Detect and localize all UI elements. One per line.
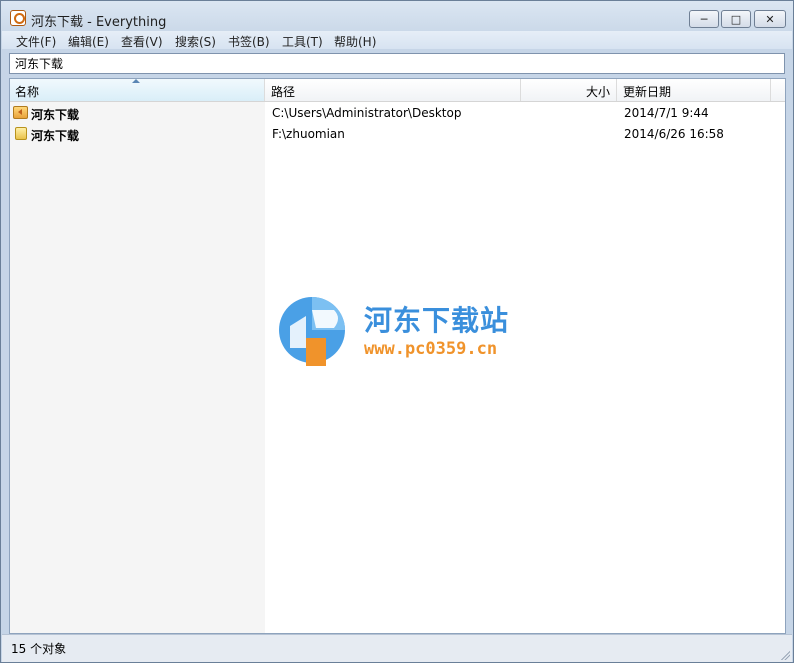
watermark-title: 河东下载站 <box>364 304 510 337</box>
watermark: 河东下载站 www.pc0359.cn <box>276 294 526 374</box>
menu-view[interactable]: 查看(V) <box>121 33 163 50</box>
close-button[interactable]: ✕ <box>754 10 786 28</box>
desktop-folder-icon <box>13 106 28 119</box>
results-list[interactable]: 名称 路径 大小 更新日期 河东下载 C:\Users\Administrato… <box>9 78 786 634</box>
menu-bookmarks[interactable]: 书签(B) <box>228 33 270 50</box>
table-row[interactable]: 河东下载 F:\zhuomian 2014/6/26 16:58 <box>10 123 785 144</box>
minimize-button[interactable]: ─ <box>689 10 719 28</box>
watermark-url: www.pc0359.cn <box>364 339 498 359</box>
menu-bar: 文件(F) 编辑(E) 查看(V) 搜索(S) 书签(B) 工具(T) 帮助(H… <box>2 31 792 49</box>
row-modified: 2014/6/26 16:58 <box>624 127 724 141</box>
app-window: 河东下载 - Everything ─ □ ✕ 文件(F) 编辑(E) 查看(V… <box>0 0 794 663</box>
row-path: F:\zhuomian <box>272 127 345 141</box>
watermark-logo-icon <box>279 297 345 366</box>
everything-app-icon[interactable] <box>10 10 26 26</box>
column-header-modified[interactable]: 更新日期 <box>617 79 771 101</box>
menu-search[interactable]: 搜索(S) <box>175 33 216 50</box>
maximize-icon: □ <box>730 12 742 26</box>
column-header-path-label: 路径 <box>271 85 296 99</box>
row-path: C:\Users\Administrator\Desktop <box>272 106 462 120</box>
column-header-name-label: 名称 <box>15 85 40 99</box>
column-header-name[interactable]: 名称 <box>10 79 265 101</box>
minimize-icon: ─ <box>700 12 708 26</box>
resize-grip-icon[interactable] <box>780 650 790 660</box>
column-header-path[interactable]: 路径 <box>265 79 521 101</box>
window-title: 河东下载 - Everything <box>31 15 167 30</box>
column-header-size[interactable]: 大小 <box>521 79 617 101</box>
row-modified: 2014/7/1 9:44 <box>624 106 709 120</box>
name-column-background <box>10 101 265 633</box>
folder-icon <box>15 127 27 140</box>
table-row[interactable]: 河东下载 C:\Users\Administrator\Desktop 2014… <box>10 102 785 123</box>
menu-help[interactable]: 帮助(H) <box>334 33 376 50</box>
column-header-size-label: 大小 <box>585 85 610 99</box>
sort-ascending-icon <box>132 79 140 83</box>
status-text: 15 个对象 <box>11 642 67 656</box>
column-header-row: 名称 路径 大小 更新日期 <box>10 79 785 102</box>
menu-edit[interactable]: 编辑(E) <box>68 33 109 50</box>
row-name: 河东下载 <box>31 129 80 143</box>
status-bar: 15 个对象 <box>2 634 792 662</box>
title-bar[interactable]: 河东下载 - Everything ─ □ ✕ <box>1 1 793 33</box>
search-input[interactable] <box>10 54 784 73</box>
row-name: 河东下载 <box>31 108 80 122</box>
column-header-modified-label: 更新日期 <box>623 85 672 99</box>
maximize-button[interactable]: □ <box>721 10 751 28</box>
search-box[interactable] <box>9 53 785 74</box>
close-icon: ✕ <box>765 12 775 26</box>
menu-file[interactable]: 文件(F) <box>16 33 56 50</box>
menu-tools[interactable]: 工具(T) <box>282 33 323 50</box>
